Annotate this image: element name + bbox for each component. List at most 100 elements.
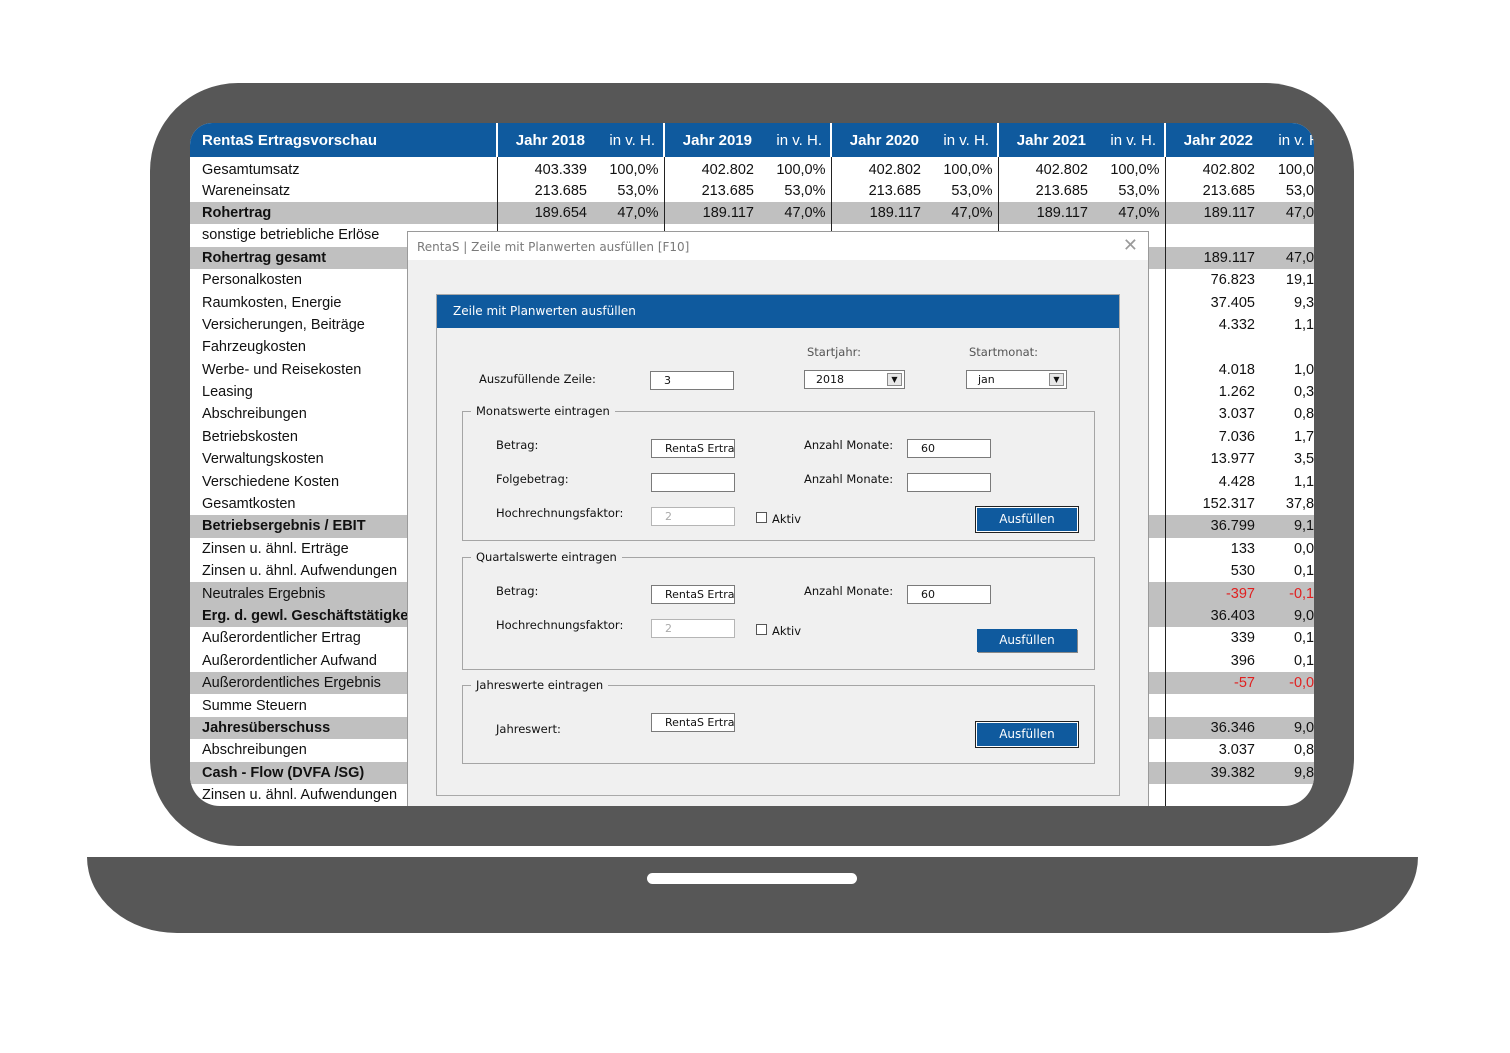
value-cell[interactable]: 152.317: [1164, 492, 1265, 516]
aktiv-checkbox[interactable]: [756, 512, 767, 523]
percent-cell[interactable]: -0,0%: [1265, 671, 1314, 695]
hochrechnungsfaktor-input[interactable]: 2: [651, 507, 735, 526]
pct-header[interactable]: in v. H.: [597, 123, 664, 157]
percent-cell[interactable]: 0,1%: [1265, 627, 1314, 649]
percent-cell[interactable]: 47,0%: [931, 201, 998, 225]
value-cell[interactable]: 339: [1164, 627, 1265, 650]
value-cell[interactable]: 213.685: [663, 179, 764, 202]
percent-cell[interactable]: 1,1%: [1265, 470, 1314, 492]
monthly-fill-button[interactable]: Ausfüllen: [977, 508, 1077, 531]
percent-cell[interactable]: 9,0%: [1265, 604, 1314, 628]
pct-header[interactable]: in v. H.: [764, 123, 831, 157]
value-cell[interactable]: 7.036: [1164, 425, 1265, 449]
percent-cell[interactable]: 9,3%: [1265, 291, 1314, 313]
value-cell[interactable]: 36.403: [1164, 604, 1265, 628]
chevron-down-icon[interactable]: ▼: [887, 373, 902, 386]
value-cell[interactable]: 530: [1164, 560, 1265, 583]
value-cell[interactable]: 402.802: [663, 157, 764, 180]
percent-cell[interactable]: [1265, 224, 1314, 246]
value-cell[interactable]: 13.977: [1164, 448, 1265, 471]
value-cell[interactable]: 402.802: [1164, 157, 1265, 180]
value-cell[interactable]: [1164, 224, 1265, 247]
value-cell[interactable]: 213.685: [496, 179, 597, 202]
percent-cell[interactable]: [1265, 694, 1314, 716]
value-cell[interactable]: 213.685: [997, 179, 1098, 202]
betrag-input[interactable]: RentaS Ertrag: [651, 585, 735, 604]
year-header[interactable]: Jahr 2018: [496, 123, 597, 157]
value-cell[interactable]: 39.382: [1164, 761, 1265, 784]
percent-cell[interactable]: 1,0%: [1265, 359, 1314, 381]
close-icon[interactable]: ✕: [1123, 235, 1138, 256]
percent-cell[interactable]: 47,0%: [1265, 201, 1314, 225]
percent-cell[interactable]: 0,8%: [1265, 403, 1314, 425]
value-cell[interactable]: 402.802: [830, 157, 931, 180]
percent-cell[interactable]: 1,1%: [1265, 314, 1314, 336]
row-input[interactable]: 3: [650, 371, 734, 390]
value-cell[interactable]: [1164, 336, 1265, 359]
value-cell[interactable]: 3.037: [1164, 739, 1265, 762]
jahreswert-input[interactable]: RentaS Ertrag: [651, 713, 735, 732]
value-cell[interactable]: 189.654: [496, 201, 597, 225]
percent-cell[interactable]: 19,1%: [1265, 269, 1314, 291]
percent-cell[interactable]: 53,0%: [597, 179, 664, 201]
row-label-cell[interactable]: Rohertrag: [190, 201, 497, 225]
value-cell[interactable]: 189.117: [997, 201, 1098, 225]
percent-cell[interactable]: 0,1%: [1265, 650, 1314, 672]
percent-cell[interactable]: 9,8%: [1265, 761, 1314, 784]
yearly-fill-button[interactable]: Ausfüllen: [977, 723, 1077, 746]
pct-header[interactable]: in v. H.: [931, 123, 998, 157]
chevron-down-icon[interactable]: ▼: [1049, 373, 1064, 386]
value-cell[interactable]: 3.037: [1164, 403, 1265, 426]
percent-cell[interactable]: 1,7%: [1265, 426, 1314, 448]
percent-cell[interactable]: 9,0%: [1265, 716, 1314, 740]
value-cell[interactable]: 37.405: [1164, 291, 1265, 314]
value-cell[interactable]: 36.799: [1164, 515, 1265, 538]
percent-cell[interactable]: 100,0%: [597, 157, 664, 179]
hochrechnungsfaktor-input[interactable]: 2: [651, 619, 735, 638]
percent-cell[interactable]: 100,0%: [764, 157, 831, 179]
value-cell[interactable]: -57: [1164, 671, 1265, 695]
value-cell[interactable]: 189.117: [663, 201, 764, 225]
percent-cell[interactable]: 100,0%: [1098, 157, 1165, 179]
anzahl-monate-input[interactable]: 60: [907, 585, 991, 604]
anzahl-monate-input[interactable]: 60: [907, 439, 991, 458]
percent-cell[interactable]: [1265, 784, 1314, 806]
startmonat-select[interactable]: jan ▼: [966, 370, 1067, 389]
percent-cell[interactable]: [1265, 336, 1314, 358]
value-cell[interactable]: [1164, 694, 1265, 717]
percent-cell[interactable]: 47,0%: [1098, 201, 1165, 225]
value-cell[interactable]: 36.346: [1164, 716, 1265, 740]
value-cell[interactable]: 4.332: [1164, 313, 1265, 337]
value-cell[interactable]: 402.802: [997, 157, 1098, 180]
value-cell[interactable]: 189.117: [1164, 246, 1265, 269]
percent-cell[interactable]: 3,5%: [1265, 448, 1314, 470]
percent-cell[interactable]: 53,0%: [1098, 179, 1165, 201]
betrag-input[interactable]: RentaS Ertrag: [651, 439, 735, 458]
row-label-cell[interactable]: Gesamtumsatz: [190, 157, 497, 179]
table-title[interactable]: RentaS Ertragsvorschau: [190, 123, 497, 157]
percent-cell[interactable]: 53,0%: [931, 179, 998, 201]
percent-cell[interactable]: -0,1%: [1265, 582, 1314, 605]
percent-cell[interactable]: 47,0%: [597, 201, 664, 225]
year-header[interactable]: Jahr 2020: [830, 123, 931, 157]
percent-cell[interactable]: 0,1%: [1265, 560, 1314, 582]
value-cell[interactable]: 133: [1164, 537, 1265, 561]
percent-cell[interactable]: 100,0%: [1265, 157, 1314, 179]
percent-cell[interactable]: 9,1%: [1265, 515, 1314, 538]
percent-cell[interactable]: 0,3%: [1265, 381, 1314, 403]
year-header[interactable]: Jahr 2021: [997, 123, 1098, 157]
percent-cell[interactable]: 100,0%: [931, 157, 998, 179]
percent-cell[interactable]: 53,0%: [764, 179, 831, 201]
value-cell[interactable]: 189.117: [1164, 201, 1265, 225]
value-cell[interactable]: [1164, 783, 1265, 806]
aktiv-checkbox[interactable]: [756, 624, 767, 635]
value-cell[interactable]: -397: [1164, 582, 1265, 605]
folgebetrag-input[interactable]: [651, 473, 735, 492]
anzahl-monate-input[interactable]: [907, 473, 991, 492]
percent-cell[interactable]: 47,0%: [1265, 246, 1314, 269]
value-cell[interactable]: 1.262: [1164, 380, 1265, 404]
percent-cell[interactable]: 37,8%: [1265, 493, 1314, 515]
value-cell[interactable]: 396: [1164, 649, 1265, 672]
value-cell[interactable]: 213.685: [1164, 179, 1265, 202]
pct-header[interactable]: in v. H.: [1265, 123, 1314, 157]
